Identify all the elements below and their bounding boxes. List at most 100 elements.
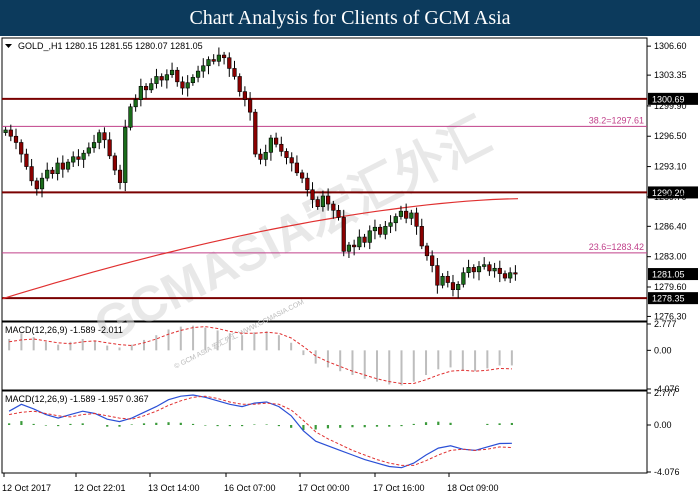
candle-down	[294, 162, 300, 174]
price-tick-label: 1306.60	[654, 41, 687, 51]
candle-down	[289, 157, 294, 164]
time-axis: 12 Oct 2017 12 Oct 22:01 13 Oct 14:00 16 Oc…	[2, 473, 499, 493]
macd-axis: 2.777 0.00 -4.076	[647, 388, 680, 477]
candle-up	[206, 59, 211, 67]
candle-up	[466, 267, 471, 274]
candle-down	[211, 59, 216, 62]
candle-down	[450, 282, 456, 290]
candle-up	[461, 272, 466, 285]
candle-up	[81, 152, 86, 160]
histogram-tick-label: 2.777	[654, 319, 677, 329]
candle-down	[487, 264, 492, 272]
price-tick-label: 1293.10	[654, 162, 687, 172]
candle-up	[86, 147, 91, 154]
candle-down	[404, 210, 409, 219]
price-tick-label: 1283.00	[654, 252, 687, 262]
time-tick-label: 16 Oct 07:00	[224, 483, 276, 493]
time-tick-label: 18 Oct 09:00	[447, 483, 499, 493]
candle-down	[326, 195, 331, 205]
candle-up	[409, 212, 414, 219]
candle-down	[19, 142, 24, 155]
candle-down	[362, 236, 367, 243]
candle-down	[102, 132, 107, 141]
macd-tick-label: -4.076	[654, 467, 680, 477]
macd-tick-label: 2.777	[654, 388, 677, 398]
candle-up	[65, 161, 71, 170]
candle-down	[76, 156, 81, 160]
candle-down	[336, 209, 341, 218]
candle-down	[253, 111, 258, 155]
time-tick-label: 13 Oct 14:00	[148, 483, 200, 493]
macd-tick-label: 0.00	[654, 420, 672, 430]
candle-up	[169, 69, 175, 75]
candle-down	[284, 151, 289, 158]
candle-down	[378, 226, 383, 235]
candle-down	[279, 143, 284, 152]
candle-down	[237, 76, 242, 92]
candle-down	[471, 267, 476, 273]
candle-up	[128, 106, 133, 128]
candle-down	[258, 153, 263, 160]
candle-up	[39, 177, 45, 190]
candle-up	[71, 156, 76, 163]
fibonacci-label: 38.2=1297.61	[589, 115, 644, 125]
candle-up	[97, 132, 102, 143]
time-tick-label: 12 Oct 2017	[2, 483, 51, 493]
candle-up	[133, 99, 138, 108]
price-tick-label: 1303.35	[654, 70, 687, 80]
candle-down	[247, 99, 253, 113]
macd-panel-title: MACD(12,26,9) -1.589 -1.957 0.367	[5, 394, 149, 404]
time-tick-label: 12 Oct 22:01	[74, 483, 126, 493]
histogram-axis: 2.7770.00-4.076	[647, 319, 680, 394]
candle-up	[55, 162, 60, 175]
candle-down	[430, 255, 435, 266]
price-panel-frame	[1, 37, 648, 322]
candle-down	[435, 265, 440, 286]
candle-up	[482, 264, 487, 267]
candle-up	[201, 65, 206, 72]
candle-down	[112, 155, 117, 171]
candle-down	[60, 162, 65, 170]
candle-down	[419, 226, 424, 247]
candle-down	[315, 199, 320, 208]
candle-down	[414, 212, 419, 227]
candle-up	[195, 70, 201, 78]
price-tick-label: 1286.40	[654, 221, 687, 231]
candle-down	[502, 273, 508, 279]
level-label: 1278.35	[652, 294, 685, 304]
candle-down	[424, 245, 430, 257]
candle-up	[508, 272, 513, 279]
candle-up	[476, 266, 482, 273]
time-tick-label: 17 Oct 00:00	[298, 483, 350, 493]
banner-title: Chart Analysis for Clients of GCM Asia	[189, 7, 511, 29]
candle-up	[263, 151, 268, 160]
fibonacci-label: 23.6=1283.42	[589, 242, 644, 252]
candle-down	[445, 275, 450, 283]
candle-up	[91, 142, 97, 149]
title-banner: Chart Analysis for Clients of GCM Asia	[0, 0, 700, 36]
price-tick-label: 1299.90	[654, 101, 687, 111]
candle-up	[440, 275, 445, 286]
candle-up	[372, 226, 378, 232]
time-tick-label: 17 Oct 16:00	[373, 483, 425, 493]
candle-up	[398, 210, 404, 217]
candle-down	[242, 91, 247, 100]
candle-down	[8, 129, 13, 137]
candle-down	[352, 244, 357, 248]
price-chart-title: GOLD_,H1 1280.15 1281.55 1280.07 1281.05	[18, 41, 203, 51]
candle-down	[331, 203, 336, 211]
candle-up	[388, 222, 393, 227]
candle-up	[138, 85, 143, 100]
candle-up	[3, 129, 8, 133]
histogram-panel-title: MACD(12,26,9) -1.589 -2.011	[5, 325, 123, 335]
candle-up	[185, 82, 190, 89]
candle-down	[29, 166, 34, 182]
candle-up	[383, 226, 388, 235]
chart-canvas: GCMASIA宏汇外汇 © GCM ASIA 宏汇外汇 WWW.GCMASIA.…	[1, 37, 698, 493]
candle-up	[154, 76, 159, 84]
candle-up	[393, 216, 398, 224]
candle-up	[164, 74, 169, 81]
candle-down	[159, 76, 164, 81]
candle-down	[341, 217, 346, 252]
candle-up	[149, 83, 154, 91]
